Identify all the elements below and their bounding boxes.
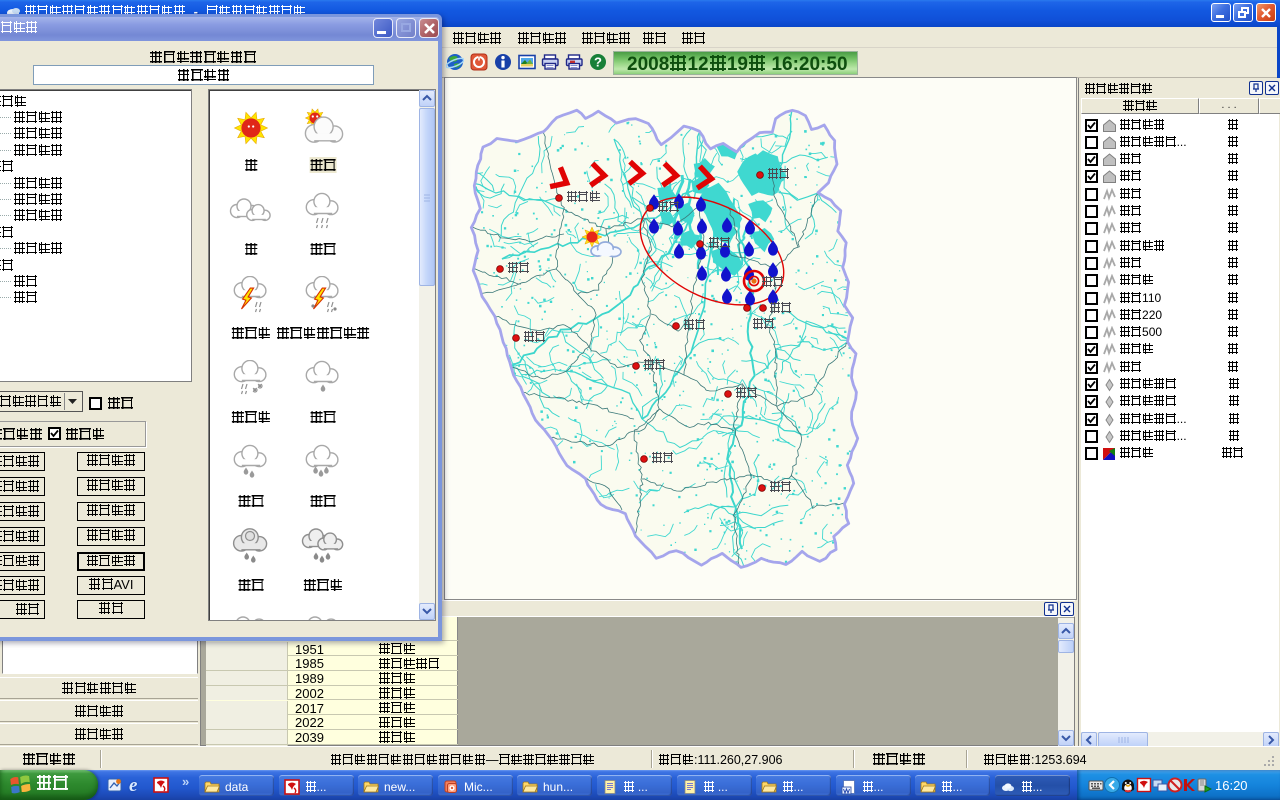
svg-text:?: ?	[594, 55, 602, 70]
